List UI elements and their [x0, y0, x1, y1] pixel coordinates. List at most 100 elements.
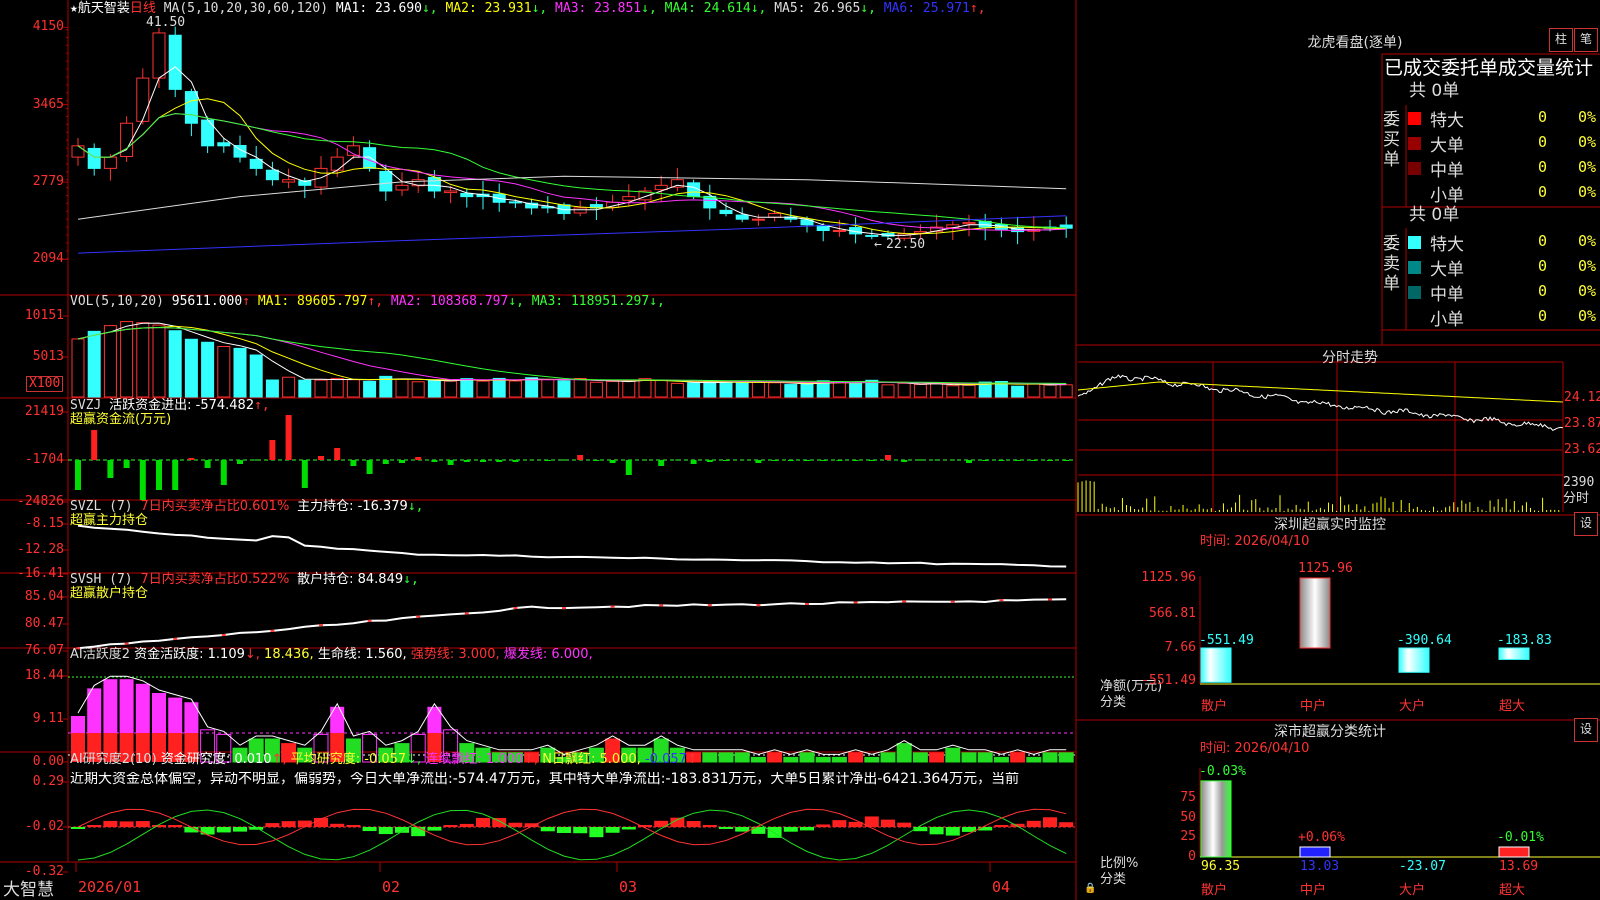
volume-bar [654, 380, 668, 398]
ai1-bar-pink [103, 679, 118, 733]
volume-bar [606, 380, 620, 398]
ai2-y-tick: 0.29 [32, 774, 64, 789]
volume-unit-badge[interactable]: X100 [26, 376, 64, 392]
sz-class-settings-button[interactable]: 设 [1574, 718, 1598, 742]
ai2-bar [346, 825, 361, 827]
period-label[interactable]: 日线 [130, 1, 156, 16]
order-pct: 0% [1578, 307, 1597, 325]
order-pct: 0% [1578, 232, 1597, 250]
class-y-tick: 0 [1188, 849, 1196, 864]
ai1-bar [1058, 752, 1074, 763]
intraday-price-line [1077, 374, 1563, 432]
svzj-bar [998, 460, 1005, 461]
svzj-bar [91, 430, 98, 460]
ai1-y-tick: 0.00 [32, 754, 64, 769]
svzj-bar [382, 460, 389, 464]
svzj-bar [690, 460, 697, 464]
tick-mode-button[interactable]: 笔 [1574, 28, 1598, 52]
svzj-bar [350, 460, 357, 466]
svsh-marker [999, 599, 1004, 602]
ai2-bar [621, 827, 636, 830]
x-tick-label: 03 [619, 878, 638, 896]
ai2-bar [200, 827, 215, 835]
ma-arrow: ↓, [531, 1, 548, 16]
order-value: 0 [1538, 133, 1548, 151]
svzj-bar [431, 460, 438, 462]
favorite-star-icon[interactable]: ★ [70, 1, 78, 16]
ai2-bar [71, 827, 85, 829]
candle-body [962, 222, 976, 225]
x-tick-label: 02 [382, 878, 401, 896]
svzj-header: SVZJ 活跃资金进出: -574.482↑, [70, 398, 270, 413]
volume-bar [573, 378, 587, 398]
svzj-bar [836, 460, 843, 461]
low-price-label: 22.50 [886, 237, 926, 252]
ai1-bar-pink [119, 679, 134, 733]
volume-bar [363, 380, 377, 398]
order-name: 特大 [1430, 111, 1464, 131]
class-category: 中户 [1300, 883, 1327, 898]
svzl-y-tick: -16.41 [17, 566, 64, 581]
order-name: 小单 [1430, 310, 1464, 330]
high-price-label: 41.50 [146, 15, 186, 30]
ai1-bar-pink [168, 697, 183, 733]
class-bar [1498, 846, 1530, 858]
ai1-bar [1042, 752, 1058, 763]
volume-bar [346, 379, 360, 398]
svzl-line [77, 524, 1067, 568]
ma1-line [77, 66, 1067, 236]
volume-bar [849, 381, 863, 398]
order-value: 0 [1538, 307, 1548, 325]
candle-body [379, 170, 393, 192]
bar-mode-button[interactable]: 柱 [1549, 28, 1573, 52]
ai1-bar [815, 756, 831, 763]
volume-bar [217, 346, 231, 398]
volume-bar [1011, 385, 1025, 398]
monitor-bar [1398, 647, 1430, 673]
class-bar [1200, 780, 1232, 858]
sz-monitor-settings-button[interactable]: 设 [1574, 512, 1598, 536]
volume-bar [1043, 384, 1057, 398]
svsh-marker [707, 604, 712, 607]
candle-body [152, 32, 166, 79]
volume-bar [687, 382, 701, 398]
ai1-bar [896, 743, 912, 763]
ai1-bar [718, 752, 734, 763]
volume-bar [800, 383, 814, 398]
order-name: 小单 [1430, 186, 1464, 206]
candle-body [87, 147, 101, 169]
ai2-bar [330, 823, 345, 827]
monitor-bar [1299, 577, 1331, 649]
legend-swatch [1408, 286, 1421, 299]
monitor-y-tick: 7.66 [1164, 640, 1196, 655]
volume-bar [703, 380, 717, 398]
ai1-bar [702, 752, 718, 763]
intraday-vol-tick: 2390 [1563, 475, 1595, 490]
volume-bar [103, 325, 117, 398]
ai2-bar [265, 823, 280, 827]
ai2-bar [152, 825, 166, 827]
volume-bar [249, 354, 263, 398]
class-category: 超大 [1499, 883, 1526, 898]
volume-bar [930, 383, 944, 398]
class-bar-value: -23.07 [1399, 859, 1446, 874]
lock-icon[interactable]: 🔒 [1084, 882, 1096, 896]
ai2-bar [378, 827, 393, 835]
monitor-y-tick: 566.81 [1149, 606, 1196, 621]
candle-body [71, 145, 85, 158]
svzj-bar [1030, 460, 1037, 461]
svzj-bar [982, 460, 989, 461]
ai2-bar [589, 827, 604, 838]
order-value: 0 [1538, 158, 1548, 176]
intraday-vol-unit: 分时 [1563, 491, 1590, 506]
order-value: 0 [1538, 108, 1548, 126]
volume-bar [589, 381, 603, 398]
svsh-marker [950, 600, 955, 603]
volume-bar [897, 382, 911, 398]
ma-params: MA(5,10,20,30,60,120) [163, 1, 329, 16]
candle-body [573, 207, 587, 214]
legend-swatch [1408, 162, 1421, 175]
ai2-bar [881, 819, 895, 827]
volume-bar [784, 384, 798, 398]
brand-logo: 大智慧 [3, 880, 54, 900]
